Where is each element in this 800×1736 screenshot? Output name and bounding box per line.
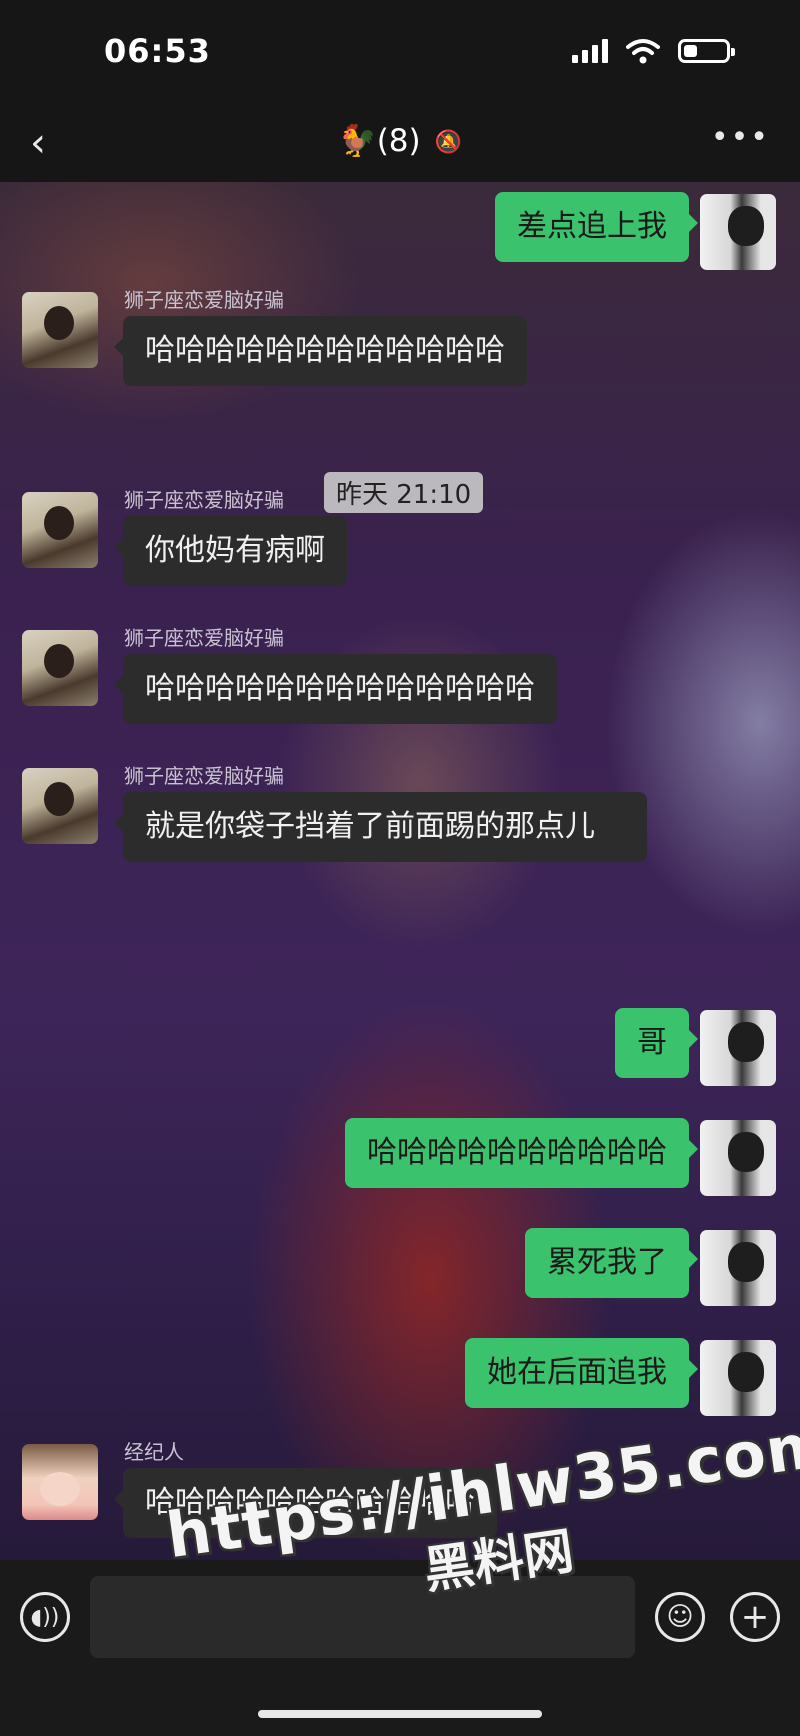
message-bubble-outgoing[interactable]: 哥 — [615, 1008, 698, 1078]
message-bubble-outgoing[interactable]: 差点追上我 — [495, 192, 698, 262]
sender-name: 狮子座恋爱脑好骗 — [124, 288, 284, 312]
timestamp-label: 昨天 21:10 — [324, 472, 484, 513]
my-avatar[interactable] — [700, 1120, 776, 1196]
message-bubble-outgoing[interactable]: 她在后面追我 — [465, 1338, 698, 1408]
my-avatar[interactable] — [700, 1010, 776, 1086]
plus-icon[interactable]: + — [730, 1592, 780, 1642]
cellular-signal-icon — [572, 39, 608, 63]
voice-icon[interactable]: ◖)) — [20, 1592, 70, 1642]
sender-avatar[interactable] — [22, 768, 98, 844]
message-bubble-incoming[interactable]: 就是你袋子挡着了前面踢的那点儿 — [114, 792, 647, 862]
emoji-icon[interactable]: ☺ — [655, 1592, 705, 1642]
mute-icon: 🔕 — [434, 130, 462, 155]
home-indicator[interactable] — [258, 1710, 542, 1718]
sender-avatar[interactable] — [22, 630, 98, 706]
sender-name: 狮子座恋爱脑好骗 — [124, 488, 284, 512]
sender-name: 狮子座恋爱脑好骗 — [124, 764, 284, 788]
sender-avatar[interactable] — [22, 492, 98, 568]
status-bar: 06:53 — [0, 0, 800, 100]
wifi-icon — [626, 39, 660, 64]
chat-message-area[interactable]: 差点追上我 狮子座恋爱脑好骗 哈哈哈哈哈哈哈哈哈哈哈哈 昨天 21:10 狮子座… — [0, 182, 800, 1560]
status-icons — [572, 38, 735, 64]
my-avatar[interactable] — [700, 1340, 776, 1416]
battery-icon — [678, 39, 735, 63]
message-bubble-incoming[interactable]: 哈哈哈哈哈哈哈哈哈哈哈哈 — [114, 316, 527, 386]
chat-header: ‹ 🐓(8) 🔕 ••• — [0, 100, 800, 182]
sender-avatar[interactable] — [22, 1444, 98, 1520]
more-options-button[interactable]: ••• — [711, 120, 770, 155]
chat-title-text: 🐓(8) — [338, 123, 421, 159]
sender-name: 经纪人 — [124, 1440, 184, 1464]
message-bubble-outgoing[interactable]: 哈哈哈哈哈哈哈哈哈哈 — [345, 1118, 698, 1188]
sender-name: 狮子座恋爱脑好骗 — [124, 626, 284, 650]
chat-title[interactable]: 🐓(8) 🔕 — [0, 122, 800, 159]
my-avatar[interactable] — [700, 194, 776, 270]
message-bubble-outgoing[interactable]: 累死我了 — [525, 1228, 698, 1298]
message-bubble-incoming[interactable]: 你他妈有病啊 — [114, 516, 347, 586]
my-avatar[interactable] — [700, 1230, 776, 1306]
sender-avatar[interactable] — [22, 292, 98, 368]
message-bubble-incoming[interactable]: 哈哈哈哈哈哈哈哈哈哈哈哈哈 — [114, 654, 557, 724]
status-time: 06:53 — [104, 32, 211, 70]
